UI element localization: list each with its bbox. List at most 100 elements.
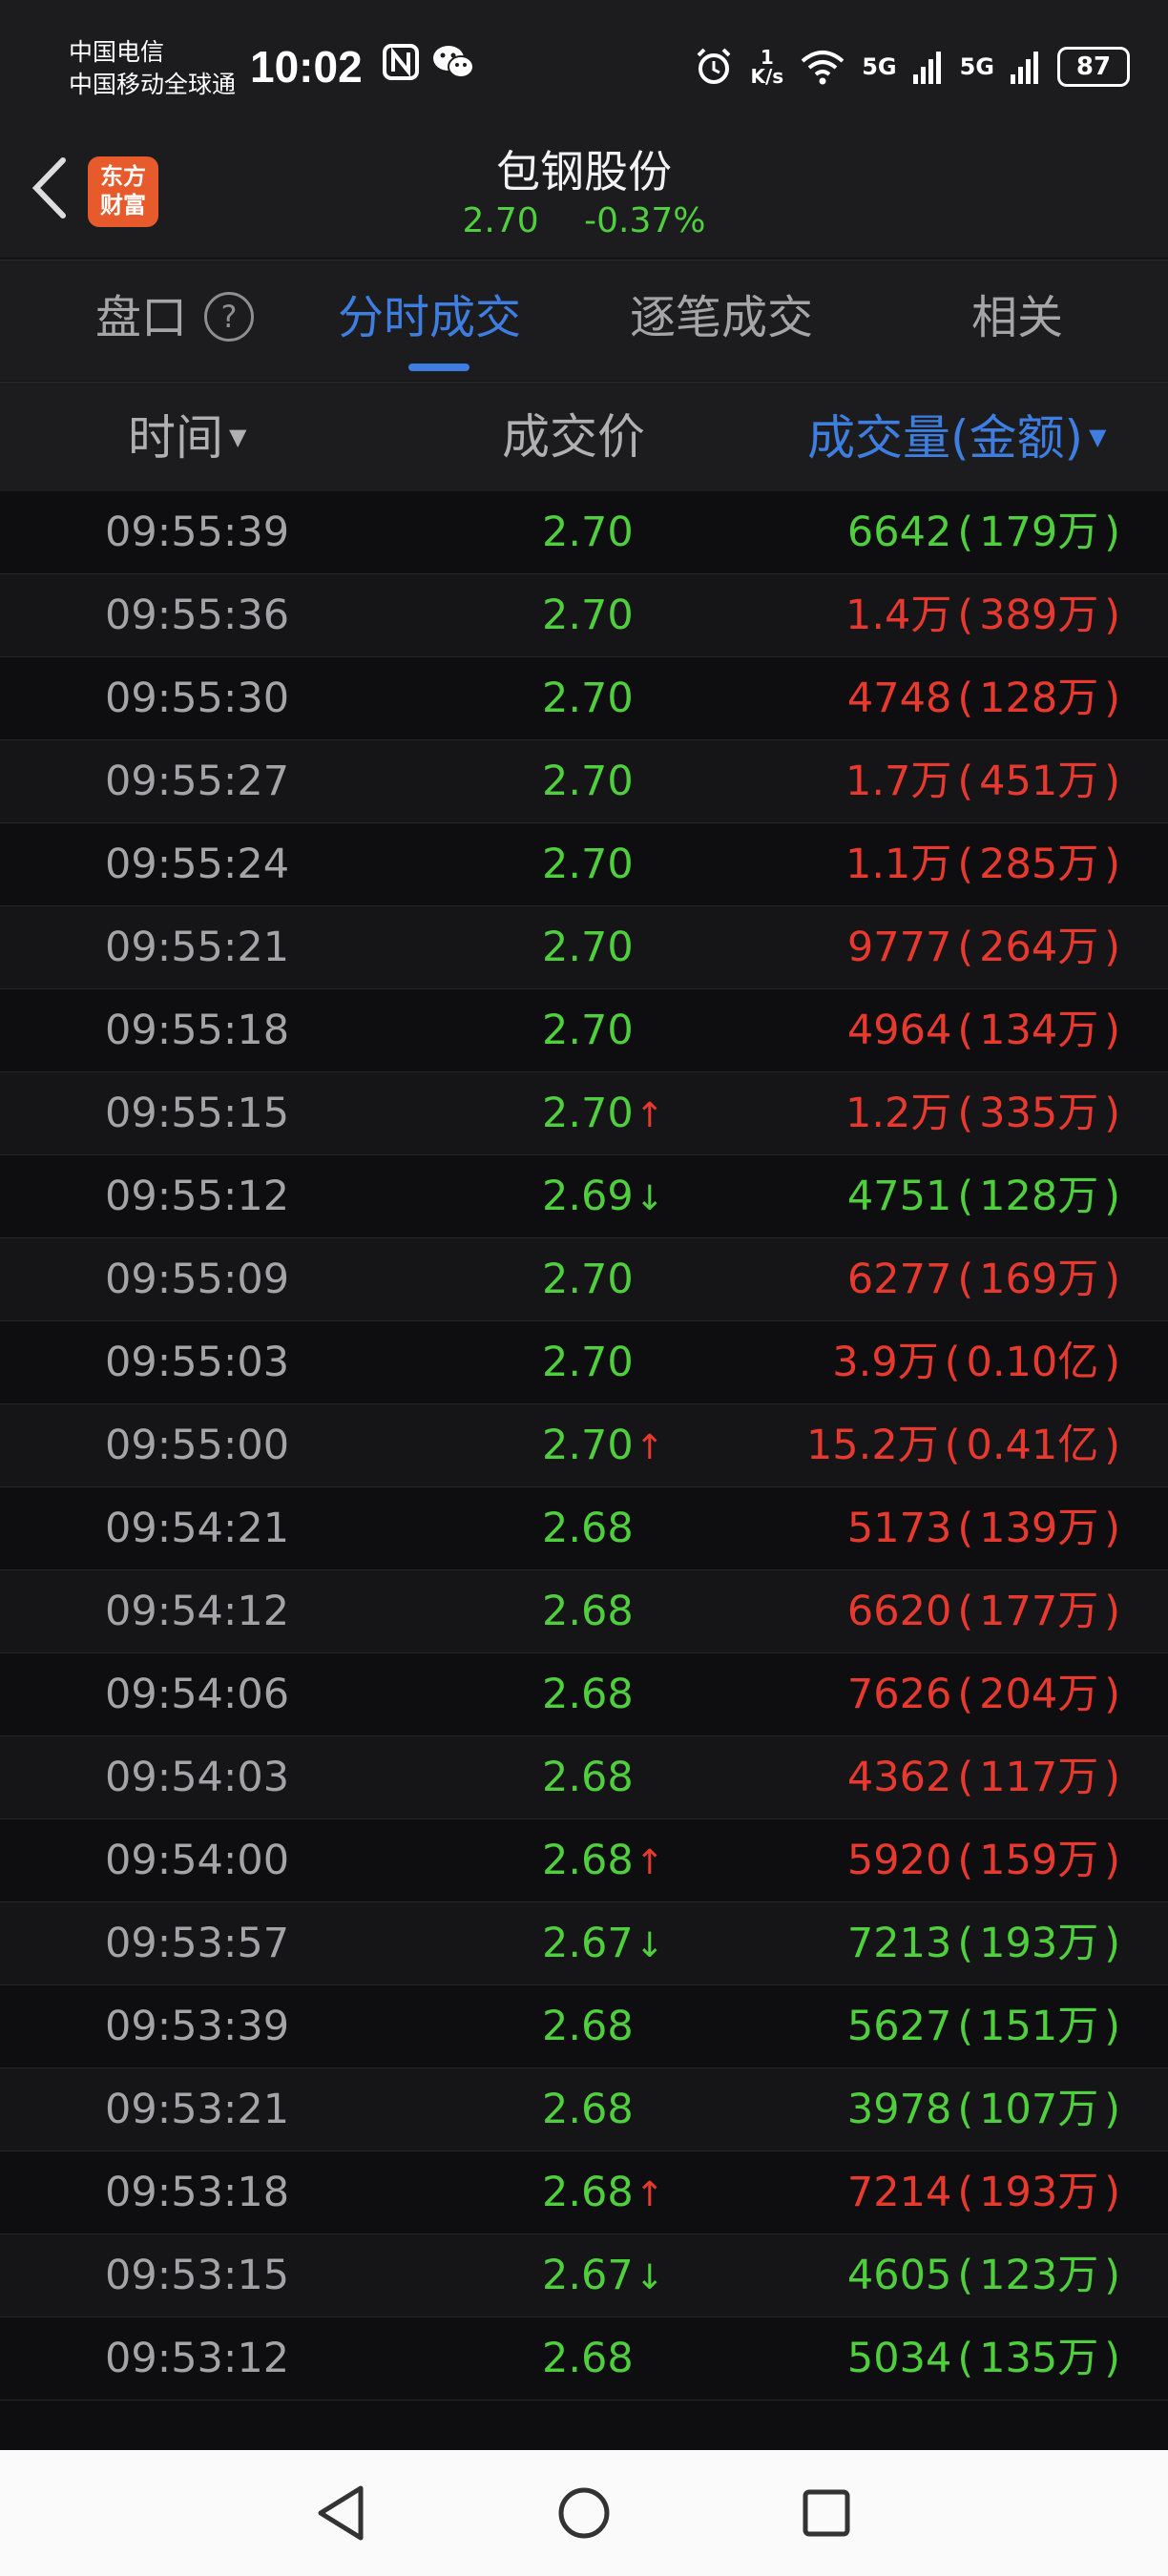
trade-price: 2.67: [542, 1920, 634, 1967]
paren-open: (: [957, 758, 974, 805]
column-header-time[interactable]: 时间 ▼: [128, 405, 246, 469]
arrow-up-icon: ↑: [635, 1096, 664, 1135]
trade-volume: 6620: [846, 1588, 952, 1635]
trade-volume: 4748: [846, 675, 952, 722]
trade-price: 2.68: [542, 2169, 634, 2216]
paren-close: ): [1104, 1173, 1120, 1220]
trade-row[interactable]: 09:55:36 2.70 1.4万(389万): [0, 574, 1168, 657]
arrow-down-icon: ↓: [635, 1179, 664, 1218]
trade-row[interactable]: 09:54:12 2.68 6620(177万): [0, 1570, 1168, 1653]
tab-related[interactable]: 相关: [971, 287, 1063, 348]
trade-volume-cell: 4964(134万): [847, 989, 1120, 1072]
trade-price: 2.70: [542, 1007, 634, 1054]
trade-row[interactable]: 09:55:21 2.70 9777(264万): [0, 906, 1168, 989]
trade-price-cell: 2.68: [542, 1653, 634, 1736]
trade-volume-cell: 4605(123万): [847, 2234, 1120, 2317]
paren-open: (: [957, 1007, 974, 1054]
trade-price-cell: 2.70: [542, 1321, 634, 1404]
paren-close: ): [1104, 1007, 1120, 1054]
trade-row[interactable]: 09:55:03 2.70 3.9万(0.10亿): [0, 1321, 1168, 1404]
trade-row[interactable]: 09:55:00 2.70↑ 15.2万(0.41亿): [0, 1404, 1168, 1487]
paren-open: (: [957, 1588, 974, 1635]
arrow-up-icon: ↑: [635, 1843, 664, 1882]
paren-open: (: [957, 509, 974, 556]
trade-row[interactable]: 09:54:06 2.68 7626(204万): [0, 1653, 1168, 1736]
trade-row[interactable]: 09:53:21 2.68 3978(107万): [0, 2068, 1168, 2151]
trade-row[interactable]: 09:55:24 2.70 1.1万(285万): [0, 823, 1168, 906]
tab-minute-trades[interactable]: 分时成交: [338, 287, 521, 348]
paren-close: ): [1104, 1339, 1120, 1386]
trade-row[interactable]: 09:55:12 2.69↓ 4751(128万): [0, 1155, 1168, 1238]
trade-amount: 128万: [979, 675, 1099, 722]
trade-volume: 5920: [846, 1837, 952, 1884]
trade-row[interactable]: 09:55:15 2.70↑ 1.2万(335万): [0, 1072, 1168, 1155]
nav-back-button[interactable]: [303, 2475, 380, 2551]
column-header-time-label: 时间: [128, 410, 223, 466]
trade-price: 2.70: [542, 924, 634, 971]
trade-time: 09:53:39: [105, 2003, 290, 2050]
nav-recents-button[interactable]: [788, 2475, 865, 2551]
trade-volume-cell: 4748(128万): [847, 657, 1120, 740]
trade-price: 2.67: [542, 2252, 634, 2299]
trade-price-cell: 2.68: [542, 2317, 634, 2400]
trade-row[interactable]: 09:55:18 2.70 4964(134万): [0, 989, 1168, 1072]
home-circle-icon: [558, 2487, 610, 2539]
trade-volume-cell: 6277(169万): [847, 1238, 1120, 1321]
paren-close: ): [1104, 758, 1120, 805]
trade-amount: 264万: [979, 924, 1099, 971]
tab-tick-trades[interactable]: 逐笔成交: [630, 287, 813, 348]
trade-row[interactable]: 09:53:15 2.67↓ 4605(123万): [0, 2234, 1168, 2317]
trade-time: 09:53:21: [105, 2086, 290, 2133]
paren-open: (: [957, 2169, 974, 2216]
trade-time: 09:55:15: [105, 1090, 290, 1137]
nav-home-button[interactable]: [546, 2475, 622, 2551]
paren-open: (: [957, 1671, 974, 1718]
trade-row[interactable]: 09:55:30 2.70 4748(128万): [0, 657, 1168, 740]
trade-time: 09:54:03: [105, 1754, 290, 1801]
trade-volume: 6642: [846, 509, 952, 556]
trade-row[interactable]: 09:55:39 2.70 6642(179万): [0, 491, 1168, 574]
arrow-up-icon: ↑: [635, 1428, 664, 1467]
carrier-line-1: 中国电信: [69, 38, 165, 66]
trade-price: 2.70: [542, 592, 634, 639]
trade-volume: 7213: [846, 1920, 952, 1967]
tab-order-book[interactable]: 盘口?: [95, 287, 255, 348]
trade-price: 2.68: [542, 1754, 634, 1801]
active-tab-indicator: [408, 364, 469, 371]
trade-row[interactable]: 09:53:57 2.67↓ 7213(193万): [0, 1902, 1168, 1985]
trade-volume-cell: 5173(139万): [847, 1487, 1120, 1570]
help-icon[interactable]: ?: [204, 292, 255, 342]
trade-price: 2.70: [542, 758, 634, 805]
trade-row[interactable]: 09:54:21 2.68 5173(139万): [0, 1487, 1168, 1570]
trade-price: 2.70: [542, 1422, 634, 1469]
net-speed: 1 K/s: [750, 48, 783, 86]
paren-open: (: [957, 841, 974, 888]
trade-price-cell: 2.70: [542, 491, 634, 574]
trade-row[interactable]: 09:54:00 2.68↑ 5920(159万): [0, 1819, 1168, 1902]
trade-price: 2.68: [542, 1505, 634, 1552]
trade-volume: 7214: [846, 2169, 952, 2216]
paren-open: (: [944, 1422, 961, 1469]
trade-volume-cell: 5034(135万): [847, 2317, 1120, 2400]
trade-row[interactable]: 09:54:03 2.68 4362(117万): [0, 1736, 1168, 1819]
paren-open: (: [957, 1505, 974, 1552]
trade-amount: 177万: [979, 1588, 1099, 1635]
status-bar: 中国电信 中国移动全球通 10:02 1 K/s 5G 5G 87: [0, 0, 1168, 134]
trade-row[interactable]: 09:55:27 2.70 1.7万(451万): [0, 740, 1168, 823]
trade-row[interactable]: 09:53:12 2.68 5034(135万): [0, 2317, 1168, 2400]
paren-close: ): [1104, 1256, 1120, 1303]
carrier-line-2: 中国移动全球通: [69, 71, 237, 98]
trade-volume-cell: 4751(128万): [847, 1155, 1120, 1238]
trade-row[interactable]: 09:53:18 2.68↑ 7214(193万): [0, 2151, 1168, 2234]
trade-price-cell: 2.68↑: [542, 2151, 664, 2234]
trade-amount: 335万: [979, 1090, 1099, 1137]
net-speed-value: 1: [760, 46, 774, 69]
trade-list[interactable]: 09:55:39 2.70 6642(179万) 09:55:36 2.70 1.4万(3…: [0, 491, 1168, 2450]
paren-open: (: [957, 675, 974, 722]
trade-amount: 151万: [979, 2003, 1099, 2050]
trade-row[interactable]: 09:55:09 2.70 6277(169万): [0, 1238, 1168, 1321]
trade-amount: 193万: [979, 2169, 1099, 2216]
trade-row[interactable]: 09:53:39 2.68 5627(151万): [0, 1985, 1168, 2068]
arrow-down-icon: ↓: [635, 2258, 664, 2297]
column-header-volume[interactable]: 成交量(金额) ▼: [807, 405, 1106, 469]
